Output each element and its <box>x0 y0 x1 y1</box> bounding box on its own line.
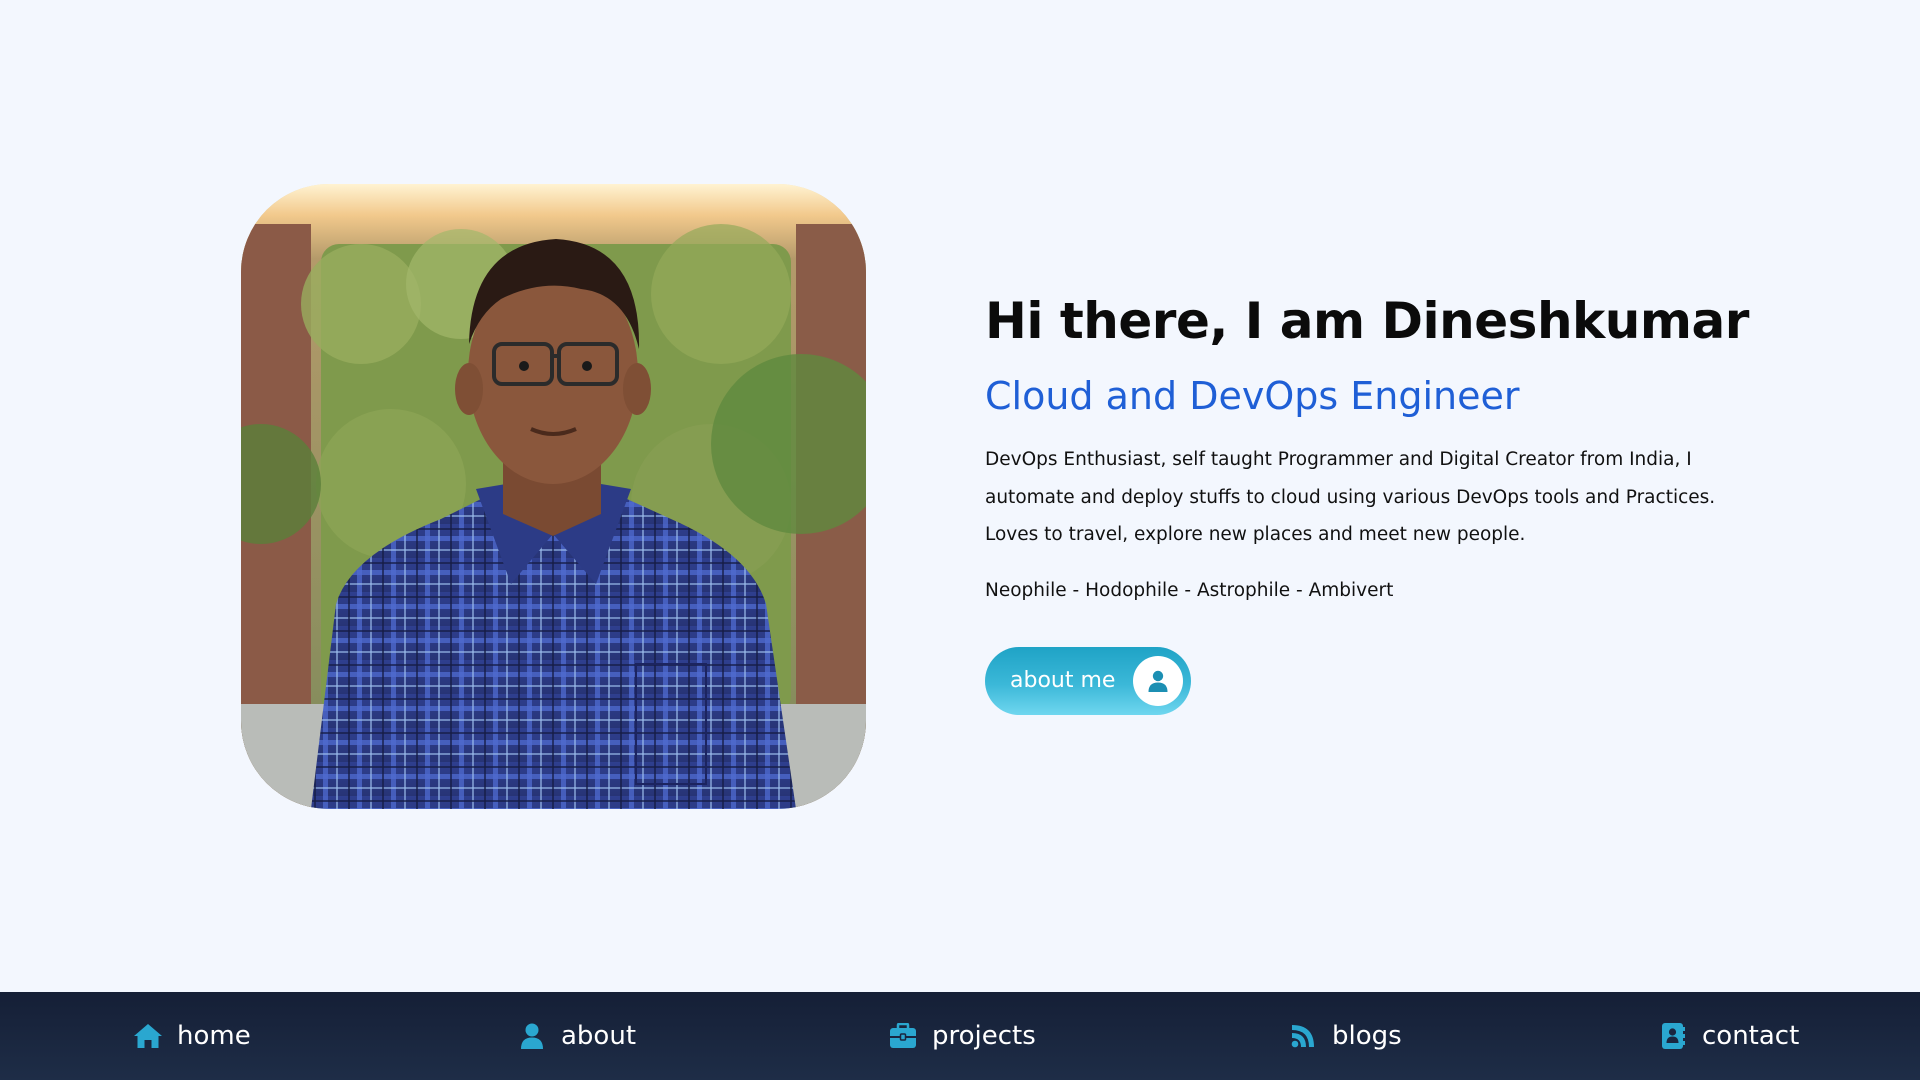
about-me-button-label: about me <box>1010 668 1116 693</box>
nav-label-blogs: blogs <box>1332 1021 1402 1051</box>
tagline-text: Neophile - Hodophile - Astrophile - Ambi… <box>985 579 1394 601</box>
user-icon <box>517 1021 547 1051</box>
page: Hi there, I am Dineshkumar Cloud and Dev… <box>0 0 1920 1080</box>
nav-item-blogs[interactable]: blogs <box>1288 992 1402 1080</box>
about-me-button[interactable]: about me <box>985 647 1191 715</box>
nav-label-about: about <box>561 1021 637 1051</box>
profile-photo <box>241 184 866 809</box>
nav-label-contact: contact <box>1702 1021 1800 1051</box>
rss-icon <box>1288 1021 1318 1051</box>
bottom-navbar: home about projects blogs contact <box>0 992 1920 1080</box>
nav-label-projects: projects <box>932 1021 1036 1051</box>
role-subtitle: Cloud and DevOps Engineer <box>985 374 1520 418</box>
nav-item-projects[interactable]: projects <box>888 992 1036 1080</box>
user-icon <box>1133 656 1183 706</box>
home-icon <box>133 1021 163 1051</box>
nav-item-home[interactable]: home <box>133 992 251 1080</box>
nav-item-about[interactable]: about <box>517 992 636 1080</box>
greeting-heading: Hi there, I am Dineshkumar <box>985 292 1749 350</box>
address-book-icon <box>1658 1021 1688 1051</box>
profile-photo-illustration <box>241 184 866 809</box>
bio-text: DevOps Enthusiast, self taught Programme… <box>985 449 1716 545</box>
briefcase-icon <box>888 1021 918 1051</box>
nav-label-home: home <box>177 1021 251 1051</box>
nav-item-contact[interactable]: contact <box>1658 992 1799 1080</box>
hero-content: Hi there, I am Dineshkumar Cloud and Dev… <box>985 285 1765 606</box>
